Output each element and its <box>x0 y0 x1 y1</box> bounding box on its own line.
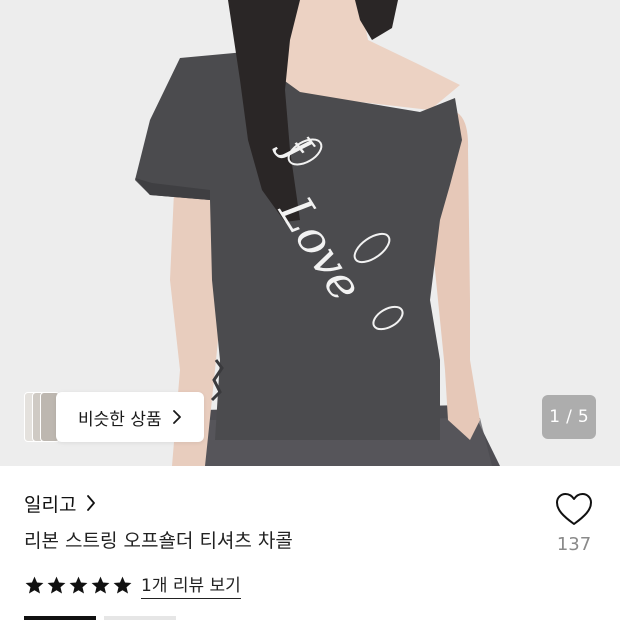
chevron-right-icon <box>172 410 181 424</box>
star-rating <box>24 575 133 596</box>
star-filled-icon <box>47 576 66 594</box>
similar-products-button[interactable]: 비슷한 상품 <box>56 392 204 442</box>
chevron-right-icon <box>87 495 96 511</box>
product-image-gallery[interactable]: Love Ɉ 비슷한 상품 1 / 5 <box>0 0 620 466</box>
brand-link[interactable]: 일리고 <box>24 488 96 518</box>
image-page-indicator: 1 / 5 <box>542 395 596 439</box>
star-filled-icon <box>69 576 88 594</box>
similar-products-label: 비슷한 상품 <box>78 409 162 430</box>
option-button[interactable] <box>104 616 176 620</box>
like-button[interactable]: 137 <box>548 492 600 562</box>
page-separator: / <box>566 407 572 427</box>
star-filled-icon <box>25 576 44 594</box>
like-count: 137 <box>556 534 592 555</box>
star-filled-icon <box>91 576 110 594</box>
review-link[interactable]: 1개 리뷰 보기 <box>141 571 241 599</box>
option-button[interactable] <box>24 616 96 620</box>
similar-products-chip[interactable]: 비슷한 상품 <box>24 392 204 444</box>
current-page: 1 <box>549 407 561 427</box>
star-filled-icon <box>113 576 132 594</box>
total-pages: 5 <box>577 407 589 427</box>
similar-products-thumbnails <box>24 392 60 444</box>
brand-name: 일리고 <box>24 493 77 516</box>
heart-outline-icon <box>556 493 592 525</box>
product-title: 리본 스트링 오프숄더 티셔츠 차콜 <box>24 530 293 552</box>
rating-row: 1개 리뷰 보기 <box>24 570 241 600</box>
